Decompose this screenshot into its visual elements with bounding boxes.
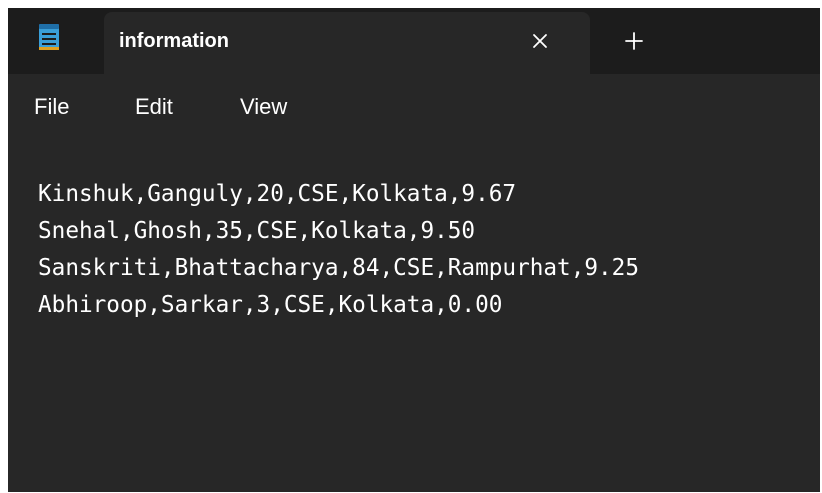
plus-icon[interactable] — [622, 29, 646, 53]
notepad-window: information File Edit View Kinshuk,Gangu… — [8, 8, 820, 492]
editor-line: Snehal,Ghosh,35,CSE,Kolkata,9.50 — [38, 218, 476, 244]
menu-view[interactable]: View — [240, 94, 287, 120]
editor-line: Sanskriti,Bhattacharya,84,CSE,Rampurhat,… — [38, 255, 639, 281]
text-editor[interactable]: Kinshuk,Ganguly,20,CSE,Kolkata,9.67 Sneh… — [8, 138, 820, 492]
menu-file[interactable]: File — [34, 94, 69, 120]
menu-bar: File Edit View — [8, 74, 820, 138]
editor-line: Kinshuk,Ganguly,20,CSE,Kolkata,9.67 — [38, 181, 517, 207]
menu-edit[interactable]: Edit — [135, 94, 173, 120]
tab-title: information — [119, 30, 229, 52]
notepad-icon — [39, 24, 59, 50]
editor-line: Abhiroop,Sarkar,3,CSE,Kolkata,0.00 — [38, 292, 503, 318]
tab-bar: information — [8, 8, 820, 74]
close-icon[interactable] — [528, 29, 552, 53]
tab-information[interactable]: information — [104, 12, 590, 74]
editor-content[interactable]: Kinshuk,Ganguly,20,CSE,Kolkata,9.67 Sneh… — [38, 176, 639, 324]
